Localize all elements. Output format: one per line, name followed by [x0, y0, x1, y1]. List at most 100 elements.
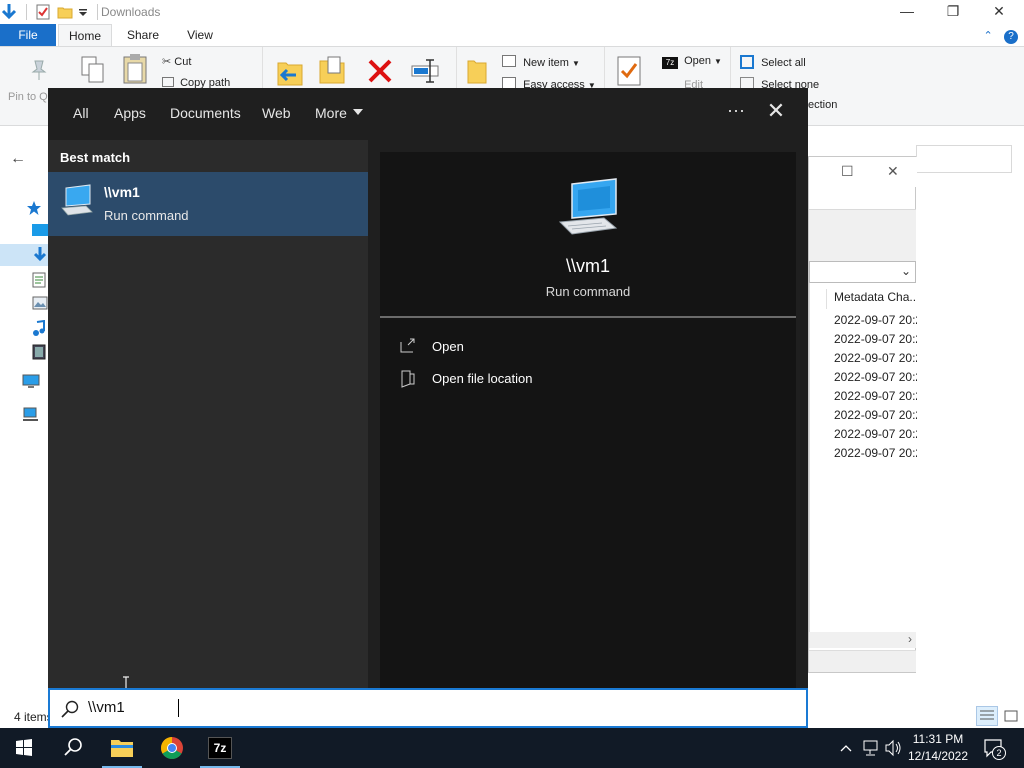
file-explorer-icon: [111, 740, 133, 757]
paste-icon[interactable]: [122, 53, 148, 88]
taskbar-file-explorer[interactable]: [98, 728, 146, 768]
maximize-button[interactable]: ❐: [930, 2, 976, 22]
action-center-button[interactable]: 2: [980, 728, 1010, 768]
invert-selection-button[interactable]: ection: [808, 99, 837, 111]
this-pc-icon[interactable]: [22, 374, 40, 390]
tab-home[interactable]: Home: [58, 24, 112, 46]
new-folder-large-icon[interactable]: [466, 57, 488, 88]
new-item-icon: [502, 55, 516, 67]
horizontal-scrollbar[interactable]: ›: [809, 632, 916, 648]
search-icon: [60, 699, 80, 719]
cut-button[interactable]: ✂ Cut: [162, 55, 191, 68]
action-open-file-location-label: Open file location: [432, 371, 533, 386]
show-hidden-icons-button[interactable]: [838, 728, 854, 768]
new-item-label: New item: [523, 57, 569, 69]
select-all-button[interactable]: Select all: [740, 55, 806, 69]
filter-tab-apps[interactable]: Apps: [114, 105, 146, 121]
table-cell-date[interactable]: 2022-09-07 20:2: [834, 389, 917, 403]
dialog-close-button[interactable]: ✕: [887, 163, 899, 180]
select-all-icon: [740, 55, 754, 69]
dialog-maximize-button[interactable]: ☐: [841, 163, 854, 180]
best-match-result[interactable]: \\vm1 Run command: [48, 172, 368, 236]
delete-icon[interactable]: [366, 57, 394, 88]
new-folder-icon[interactable]: [57, 4, 73, 20]
qat-separator: [97, 4, 98, 20]
windows-search-panel: All Apps Documents Web More ··· ✕ Best m…: [48, 88, 808, 694]
dialog-combo-box[interactable]: ⌄: [809, 261, 916, 283]
table-cell-date[interactable]: 2022-09-07 20:2: [834, 351, 917, 365]
move-to-icon[interactable]: [276, 57, 304, 90]
more-options-icon[interactable]: ···: [724, 100, 748, 124]
column-header-metadata-changed[interactable]: Metadata Cha...: [826, 289, 917, 309]
tab-view[interactable]: View: [176, 24, 224, 46]
scroll-right-icon[interactable]: ›: [908, 632, 912, 646]
downloads-arrow-icon[interactable]: [0, 2, 18, 22]
chrome-icon: [161, 737, 183, 759]
dropdown-arrow-icon: ▼: [714, 57, 722, 66]
copy-path-icon: [162, 77, 174, 87]
ribbon-tabs: File Home Share View ⌃ ?: [0, 24, 1024, 46]
text-caret: [178, 699, 179, 717]
search-input[interactable]: \\vm1: [88, 698, 788, 718]
pin-icon[interactable]: [30, 59, 48, 84]
properties-icon[interactable]: [35, 4, 51, 20]
action-open[interactable]: Open: [400, 336, 600, 360]
windows-logo-icon: [16, 739, 32, 756]
tab-file[interactable]: File: [0, 24, 56, 46]
volume-tray-button[interactable]: [884, 728, 902, 768]
new-item-button[interactable]: New item ▼: [502, 55, 580, 69]
copy-to-icon[interactable]: [318, 55, 346, 90]
large-icons-view-icon[interactable]: [1000, 706, 1022, 726]
action-open-file-location[interactable]: Open file location: [400, 368, 600, 392]
taskbar-7zip[interactable]: 7z: [196, 728, 244, 768]
table-cell-date[interactable]: 2022-09-07 20:2: [834, 408, 917, 422]
filter-tab-more[interactable]: More: [315, 105, 363, 121]
table-cell-date[interactable]: 2022-09-07 20:2: [834, 370, 917, 384]
clock-date[interactable]: 12/14/2022: [906, 749, 970, 763]
qat-dropdown-icon[interactable]: [77, 4, 89, 20]
table-cell-date[interactable]: 2022-09-07 20:2: [834, 313, 917, 327]
properties-large-icon[interactable]: [616, 55, 642, 90]
back-arrow-icon[interactable]: ←: [10, 150, 26, 168]
dialog-footer: [809, 650, 916, 672]
7zip-label: 7z: [213, 741, 227, 755]
filter-tab-documents[interactable]: Documents: [170, 105, 241, 121]
clock-time[interactable]: 11:31 PM: [906, 732, 970, 746]
result-name: \\vm1: [104, 184, 140, 200]
table-cell-date[interactable]: 2022-09-07 20:2: [834, 446, 917, 460]
close-button[interactable]: ✕: [976, 2, 1022, 22]
chevron-down-icon: ⌄: [900, 264, 911, 278]
table-cell-date[interactable]: 2022-09-07 20:2: [834, 332, 917, 346]
taskbar-chrome[interactable]: [148, 728, 196, 768]
search-results-pane: Best match \\vm1 Run command: [48, 140, 368, 694]
search-box[interactable]: \\vm1: [48, 688, 808, 728]
tab-share[interactable]: Share: [118, 24, 168, 46]
computer-large-icon: [558, 178, 620, 238]
open-button[interactable]: 7z Open ▼: [662, 55, 722, 69]
taskbar-search-button[interactable]: [48, 728, 96, 768]
minimize-button[interactable]: —: [884, 2, 930, 22]
details-view-icon[interactable]: [976, 706, 998, 726]
computer-icon: [60, 184, 94, 218]
rename-icon[interactable]: [410, 57, 440, 88]
filter-tab-more-label: More: [315, 105, 347, 121]
select-all-label: Select all: [761, 57, 806, 69]
dropdown-arrow-icon: ▼: [571, 59, 580, 68]
filter-tab-all[interactable]: All: [73, 105, 89, 121]
caret-down-icon: [352, 109, 363, 115]
network-tray-button[interactable]: [862, 728, 880, 768]
start-button[interactable]: [0, 728, 48, 768]
taskbar: 7z 11:31 PM 12/14/2022 2: [0, 728, 1024, 768]
address-bar-fragment[interactable]: [916, 145, 1012, 173]
title-bar: Downloads — ❐ ✕: [0, 0, 1024, 24]
close-search-button[interactable]: ✕: [764, 100, 788, 124]
dialog-title-bar: ☐ ✕: [809, 157, 917, 187]
quick-access-star-icon[interactable]: [26, 200, 44, 216]
table-cell-date[interactable]: 2022-09-07 20:2: [834, 427, 917, 441]
copy-icon[interactable]: [80, 55, 106, 88]
network-icon[interactable]: [22, 406, 40, 422]
filter-tab-web[interactable]: Web: [262, 105, 291, 121]
ribbon-collapse-icon[interactable]: ⌃: [983, 25, 992, 47]
help-icon[interactable]: ?: [1004, 30, 1018, 44]
result-detail-pane: \\vm1 Run command Open Open file locatio…: [368, 140, 808, 688]
